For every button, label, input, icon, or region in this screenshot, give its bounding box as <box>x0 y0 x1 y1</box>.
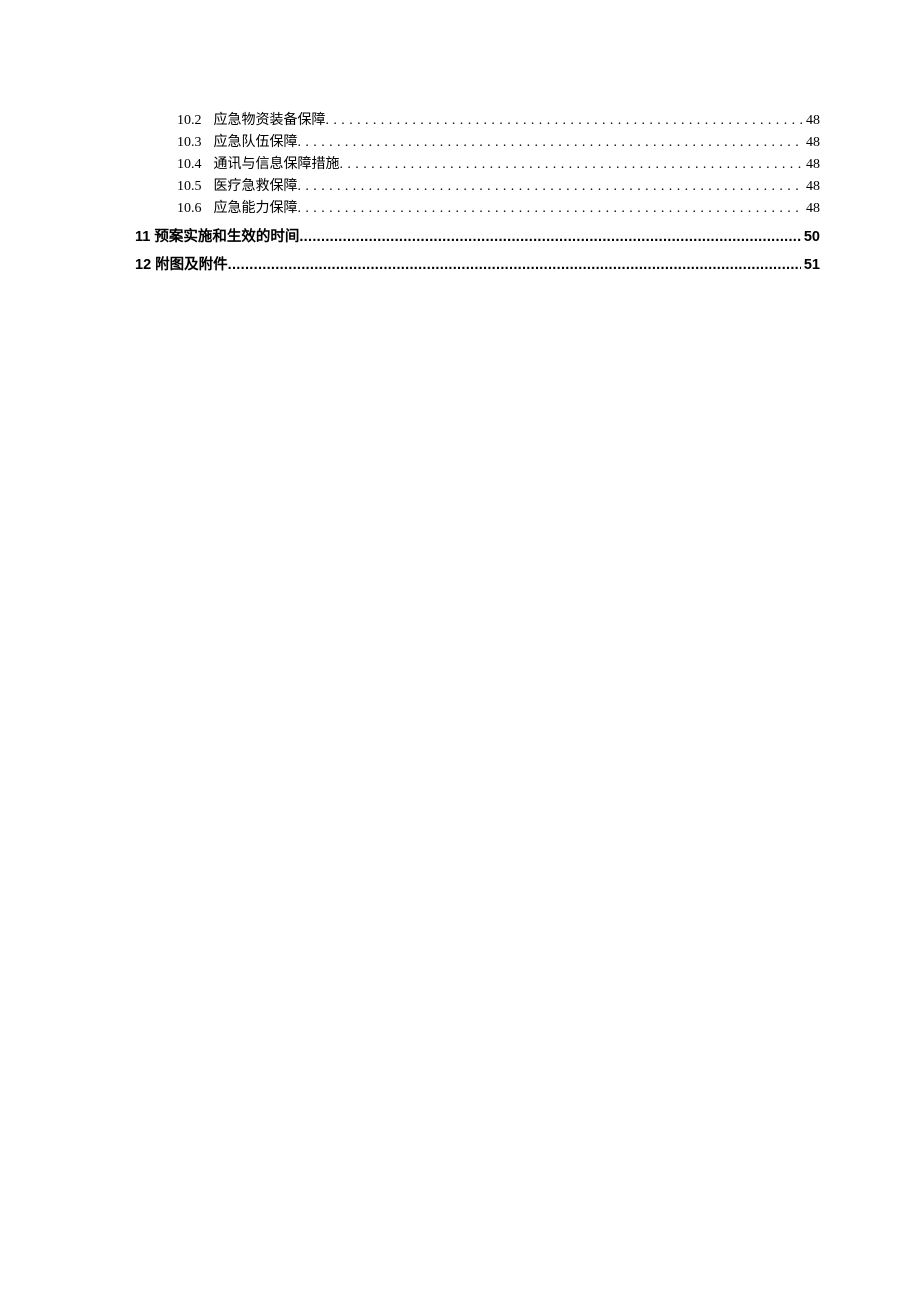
toc-number: 12 <box>135 254 151 276</box>
toc-entry-10-4: 10.4 通讯与信息保障措施 .........................… <box>135 154 820 176</box>
toc-number: 11 <box>135 226 150 248</box>
toc-entry-11: 11 预案实施和生效的时间 ..........................… <box>135 226 820 248</box>
toc-entry-10-3: 10.3 应急队伍保障 ............................… <box>135 132 820 154</box>
toc-number: 10.6 <box>177 198 202 220</box>
toc-entry-10-5: 10.5 医疗急救保障 ............................… <box>135 176 820 198</box>
toc-number: 10.3 <box>177 132 202 154</box>
toc-leader: ........................................… <box>298 176 804 198</box>
toc-page: 48 <box>803 132 820 154</box>
toc-leader: ........................................… <box>299 226 801 248</box>
toc-title: 应急能力保障 <box>214 198 298 220</box>
toc-leader: ........................................… <box>340 154 804 176</box>
toc-title: 预案实施和生效的时间 <box>154 226 299 248</box>
toc-leader: ........................................… <box>298 132 804 154</box>
toc-page: 48 <box>803 154 820 176</box>
toc-number: 10.2 <box>177 110 202 132</box>
toc-title: 应急队伍保障 <box>214 132 298 154</box>
toc-entry-12: 12 附图及附件 ...............................… <box>135 254 820 276</box>
toc-section: 10.2 应急物资装备保障 ..........................… <box>135 110 820 276</box>
toc-leader: ........................................… <box>228 254 801 276</box>
toc-entry-10-6: 10.6 应急能力保障 ............................… <box>135 198 820 220</box>
toc-title: 附图及附件 <box>155 254 228 276</box>
toc-page: 48 <box>803 176 820 198</box>
toc-title: 通讯与信息保障措施 <box>214 154 340 176</box>
toc-leader: ........................................… <box>298 198 804 220</box>
toc-page: 48 <box>803 110 820 132</box>
toc-entry-10-2: 10.2 应急物资装备保障 ..........................… <box>135 110 820 132</box>
toc-title: 应急物资装备保障 <box>214 110 326 132</box>
toc-leader: ........................................… <box>326 110 804 132</box>
toc-page: 48 <box>803 198 820 220</box>
toc-number: 10.5 <box>177 176 202 198</box>
toc-page: 51 <box>801 254 820 276</box>
toc-number: 10.4 <box>177 154 202 176</box>
toc-title: 医疗急救保障 <box>214 176 298 198</box>
toc-page: 50 <box>801 226 820 248</box>
